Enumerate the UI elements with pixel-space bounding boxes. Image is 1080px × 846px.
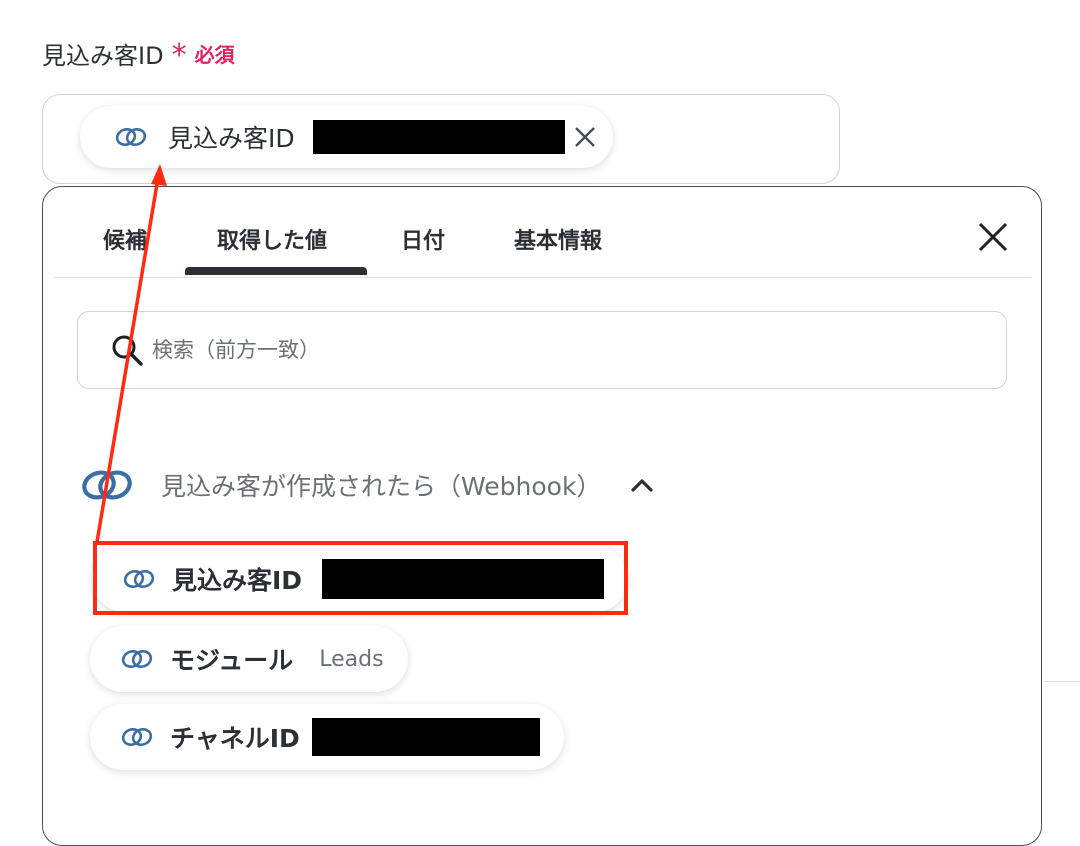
selected-token-label: 見込み客ID <box>168 124 295 153</box>
tab-retrieved-values[interactable]: 取得した値 <box>217 223 327 255</box>
search-icon <box>112 335 143 366</box>
link-icon <box>115 128 147 146</box>
item-value: Leads <box>319 646 384 672</box>
trigger-group-header[interactable]: 見込み客が作成されたら（Webhook） <box>79 457 779 513</box>
tab-basic-info[interactable]: 基本情報 <box>514 223 602 255</box>
remove-token-icon[interactable] <box>571 123 599 151</box>
annotation-highlight-box <box>93 541 628 615</box>
redacted-value <box>312 120 565 154</box>
required-text: 必須 <box>194 43 235 67</box>
search-box <box>77 311 1007 389</box>
list-item-channel-id[interactable]: チャネルID <box>90 704 564 770</box>
list-item-module[interactable]: モジュール Leads <box>90 626 408 692</box>
tab-candidates[interactable]: 候補 <box>103 223 147 255</box>
selected-value-token[interactable]: 見込み客ID <box>80 106 613 168</box>
link-icon <box>121 728 153 746</box>
redacted-value <box>311 718 540 756</box>
close-icon[interactable] <box>975 219 1011 255</box>
required-asterisk: * <box>171 37 187 73</box>
search-input[interactable] <box>150 337 854 363</box>
field-label: 見込み客ID * 必須 <box>42 36 235 71</box>
group-title: 見込み客が作成されたら（Webhook） <box>161 472 602 501</box>
link-icon <box>82 470 132 500</box>
tab-date[interactable]: 日付 <box>401 223 445 255</box>
tab-bar: 候補 取得した値 日付 基本情報 <box>53 187 1031 278</box>
link-icon <box>121 650 153 668</box>
item-label: チャネルID <box>170 724 300 753</box>
chevron-up-icon[interactable] <box>629 472 655 498</box>
active-tab-indicator <box>185 267 367 275</box>
item-label: モジュール <box>170 646 294 675</box>
field-label-text: 見込み客ID <box>42 42 164 70</box>
background-divider <box>1044 681 1080 682</box>
